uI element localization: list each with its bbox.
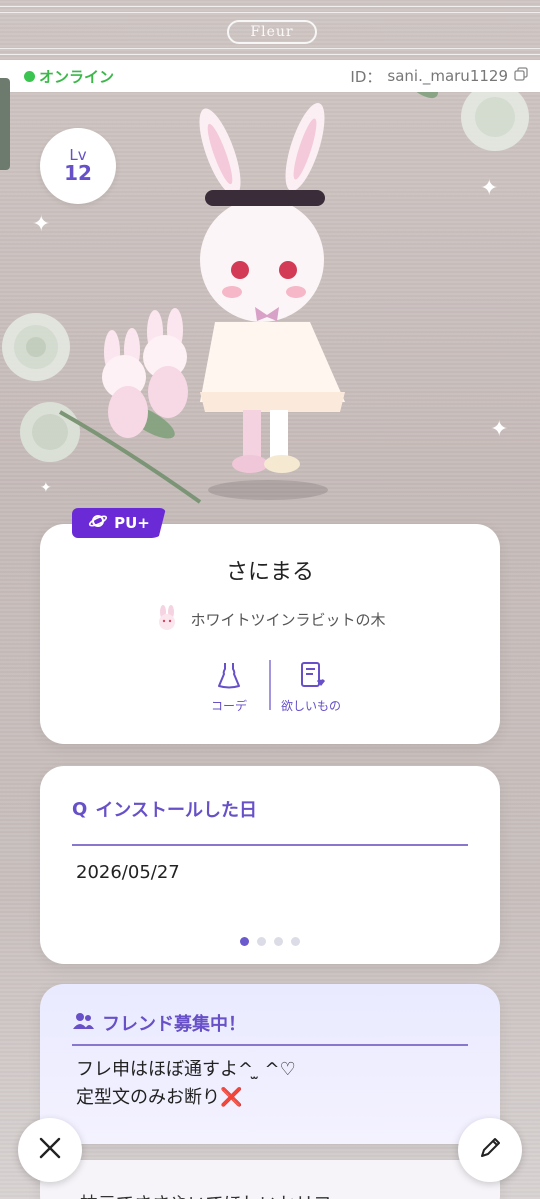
bunny-tree-icon bbox=[154, 604, 180, 634]
coordinate-button[interactable]: コーデ bbox=[189, 660, 269, 714]
status-bar: オンライン ID： sani._maru1129 bbox=[0, 60, 540, 92]
page-dot[interactable] bbox=[257, 937, 266, 946]
wishlist-button[interactable]: 欲しいもの bbox=[271, 660, 351, 714]
profile-title-label: ホワイトツインラビットの木 bbox=[190, 610, 386, 629]
profile-card: さにまる ホワイトツインラビットの木 コーデ 欲しいもの bbox=[40, 524, 500, 744]
next-card: 枕元でささやいてほしいセリフ bbox=[40, 1160, 500, 1199]
pu-plus-badge: PU+ bbox=[72, 508, 166, 538]
id-label: ID： bbox=[350, 67, 382, 86]
question-prefix: Q bbox=[72, 798, 88, 820]
id-value: sani._maru1129 bbox=[387, 67, 508, 85]
level-value: 12 bbox=[64, 161, 92, 186]
profile-actions: コーデ 欲しいもの bbox=[40, 660, 500, 714]
header-frame: Fleur bbox=[0, 0, 540, 60]
next-card-text: 枕元でささやいてほしいセリフ bbox=[80, 1190, 331, 1199]
close-button[interactable] bbox=[18, 1118, 82, 1182]
planet-icon bbox=[88, 513, 108, 533]
page-dot[interactable] bbox=[240, 937, 249, 946]
actions-divider bbox=[269, 660, 271, 710]
friend-heading: フレンド募集中！ bbox=[72, 1010, 246, 1036]
copy-icon[interactable] bbox=[514, 67, 528, 85]
people-icon bbox=[72, 1011, 94, 1036]
question-divider bbox=[72, 844, 468, 846]
wishlist-icon bbox=[296, 660, 326, 693]
question-heading: Q インストールした日 bbox=[72, 796, 257, 822]
friend-message: フレ申はほぼ通すよ^ ̫ ^♡ 定型文のみお断り❌ bbox=[76, 1056, 296, 1112]
page-dot[interactable] bbox=[291, 937, 300, 946]
question-pagination bbox=[40, 937, 500, 946]
page-dot[interactable] bbox=[274, 937, 283, 946]
coordinate-label: コーデ bbox=[210, 699, 247, 713]
question-answer: 2026/05/27 bbox=[76, 862, 180, 883]
level-badge: Lv 12 bbox=[40, 128, 116, 204]
online-label: オンライン bbox=[39, 67, 115, 86]
close-icon bbox=[37, 1135, 63, 1165]
brand-logo: Fleur bbox=[227, 20, 317, 44]
question-card[interactable]: Q インストールした日 2026/05/27 bbox=[40, 766, 500, 964]
friend-line-1: フレ申はほぼ通すよ^ ̫ ^♡ bbox=[76, 1059, 296, 1080]
friend-line-2: 定型文のみお断り❌ bbox=[76, 1087, 243, 1108]
pu-plus-label: PU+ bbox=[114, 514, 150, 532]
user-id[interactable]: ID： sani._maru1129 bbox=[350, 66, 528, 87]
profile-name: さにまる bbox=[225, 560, 314, 585]
friend-recruit-card: フレンド募集中！ フレ申はほぼ通すよ^ ̫ ^♡ 定型文のみお断り❌ bbox=[40, 984, 500, 1144]
profile-title[interactable]: ホワイトツインラビットの木 bbox=[40, 604, 500, 634]
question-label: インストールした日 bbox=[95, 800, 257, 821]
online-dot-icon bbox=[24, 70, 35, 82]
dress-icon bbox=[214, 660, 244, 693]
online-status: オンライン bbox=[24, 66, 114, 87]
friend-divider bbox=[72, 1044, 468, 1046]
friend-heading-label: フレンド募集中！ bbox=[102, 1014, 246, 1035]
wishlist-label: 欲しいもの bbox=[280, 699, 341, 713]
edit-button[interactable] bbox=[458, 1118, 522, 1182]
pencil-icon bbox=[477, 1135, 503, 1165]
